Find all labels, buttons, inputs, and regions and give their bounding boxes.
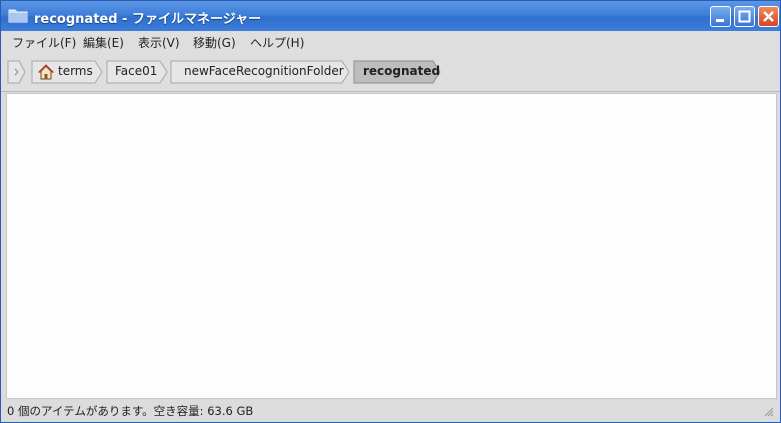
file-list-area[interactable] [6, 93, 777, 399]
menu-view[interactable]: 表示(V) [138, 34, 180, 51]
minimize-icon [716, 19, 724, 22]
menu-go[interactable]: 移動(G) [193, 34, 236, 51]
path-bar: terms Face01 newFaceRecognitionFolder re… [1, 53, 780, 92]
crumb-terms-label: terms [58, 64, 93, 78]
title-bar[interactable]: recognated - ファイルマネージャー [1, 1, 780, 31]
crumb-recognated-label: recognated [363, 64, 441, 78]
file-manager-window: recognated - ファイルマネージャー ファイル(F) 編集(E) 表示… [0, 0, 781, 423]
crumb-newfacerecognitionfolder-label: newFaceRecognitionFolder [184, 64, 344, 78]
menu-file[interactable]: ファイル(F) [12, 34, 76, 51]
crumb-newfacerecognitionfolder[interactable]: newFaceRecognitionFolder [170, 60, 350, 84]
maximize-icon [738, 10, 751, 23]
crumb-face01[interactable]: Face01 [106, 60, 168, 84]
menu-bar: ファイル(F) 編集(E) 表示(V) 移動(G) ヘルプ(H) [1, 31, 780, 53]
maximize-button[interactable] [734, 6, 755, 27]
home-icon [38, 64, 54, 80]
menu-help[interactable]: ヘルプ(H) [250, 34, 304, 51]
resize-grip-icon[interactable] [762, 405, 774, 417]
path-scroll-left-button[interactable] [7, 60, 27, 84]
crumb-face01-label: Face01 [115, 64, 158, 78]
crumb-terms[interactable]: terms [31, 60, 103, 84]
status-bar: 0 個のアイテムがあります。空き容量: 63.6 GB [1, 399, 780, 422]
crumb-recognated[interactable]: recognated [353, 60, 441, 84]
window-title: recognated - ファイルマネージャー [34, 12, 262, 27]
status-text: 0 個のアイテムがあります。空き容量: 63.6 GB [7, 404, 254, 418]
menu-edit[interactable]: 編集(E) [83, 34, 124, 51]
close-button[interactable] [758, 6, 779, 27]
folder-icon [8, 9, 28, 23]
minimize-button[interactable] [710, 6, 731, 27]
close-icon [763, 11, 774, 22]
